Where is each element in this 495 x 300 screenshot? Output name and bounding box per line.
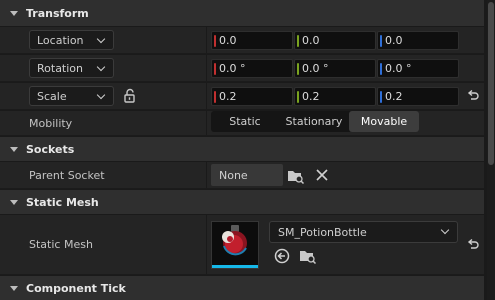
- location-mode-label: Location: [37, 33, 84, 47]
- location-z-field[interactable]: 0.0: [377, 31, 459, 50]
- rotation-y-value: 0.0 °: [302, 62, 329, 75]
- section-component-tick-header[interactable]: Component Tick: [0, 276, 484, 300]
- column-divider: [206, 215, 207, 274]
- location-y-value: 0.0: [302, 34, 320, 47]
- scale-x-field[interactable]: 0.2: [211, 87, 293, 106]
- scale-mode-label: Scale: [37, 89, 67, 103]
- scrollbar-thumb[interactable]: [488, 2, 494, 165]
- section-title: Component Tick: [26, 281, 126, 295]
- parent-socket-row: Parent Socket None: [0, 162, 484, 189]
- mobility-option-movable[interactable]: Movable: [349, 111, 419, 132]
- reset-arrow-icon[interactable]: [466, 238, 480, 252]
- column-divider: [206, 55, 207, 81]
- chevron-down-icon: [440, 225, 450, 235]
- rotation-mode-dropdown[interactable]: Rotation: [29, 58, 114, 78]
- z-axis-marker: [380, 91, 382, 103]
- static-mesh-asset-name: SM_PotionBottle: [278, 225, 367, 239]
- collapse-caret-icon[interactable]: [10, 10, 18, 16]
- vertical-scrollbar[interactable]: [487, 0, 495, 300]
- mobility-segmented-control[interactable]: Static Stationary Movable: [211, 111, 419, 132]
- x-axis-marker: [214, 35, 216, 47]
- y-axis-marker: [297, 35, 299, 47]
- potion-thumbnail: [222, 225, 247, 256]
- y-axis-marker: [297, 63, 299, 75]
- scale-row: Scale 0.2 0.2 0.2: [0, 83, 484, 110]
- rotation-row: Rotation 0.0 ° 0.0 ° 0.0 °: [0, 55, 484, 82]
- clear-x-icon[interactable]: [316, 169, 328, 181]
- section-transform-header[interactable]: Transform: [0, 0, 484, 26]
- parent-socket-field[interactable]: None: [211, 164, 283, 186]
- thumbnail-underline: [212, 265, 258, 268]
- static-mesh-asset-dropdown[interactable]: SM_PotionBottle: [269, 221, 458, 243]
- use-selected-arrow-icon[interactable]: [274, 248, 290, 264]
- location-mode-dropdown[interactable]: Location: [29, 30, 114, 50]
- parent-socket-value: None: [219, 168, 248, 182]
- mobility-row: Mobility Static Stationary Movable: [0, 111, 484, 136]
- scale-x-value: 0.2: [219, 90, 237, 103]
- rotation-z-field[interactable]: 0.0 °: [377, 59, 459, 78]
- reset-arrow-icon[interactable]: [466, 89, 480, 103]
- mobility-label: Mobility: [29, 116, 73, 130]
- location-x-field[interactable]: 0.0: [211, 31, 293, 50]
- x-axis-marker: [214, 91, 216, 103]
- collapse-caret-icon[interactable]: [10, 199, 18, 205]
- location-row: Location 0.0 0.0 0.0: [0, 27, 484, 54]
- column-divider: [206, 27, 207, 53]
- browse-folder-icon[interactable]: [287, 168, 305, 184]
- static-mesh-row: Static Mesh SM_PotionBottle: [0, 215, 484, 275]
- rotation-x-value: 0.0 °: [219, 62, 246, 75]
- scale-z-value: 0.2: [385, 90, 403, 103]
- rotation-y-field[interactable]: 0.0 °: [294, 59, 376, 78]
- collapse-caret-icon[interactable]: [10, 285, 18, 291]
- rotation-x-field[interactable]: 0.0 °: [211, 59, 293, 78]
- static-mesh-label: Static Mesh: [29, 238, 93, 251]
- details-panel: Transform Location 0.0 0.0 0.0 Rotation …: [0, 0, 484, 300]
- chevron-down-icon: [96, 90, 106, 100]
- section-title: Transform: [26, 6, 89, 20]
- column-divider: [206, 111, 207, 135]
- section-title: Static Mesh: [26, 195, 99, 209]
- lock-open-icon[interactable]: [122, 88, 138, 104]
- location-z-value: 0.0: [385, 34, 403, 47]
- location-y-field[interactable]: 0.0: [294, 31, 376, 50]
- column-divider: [206, 162, 207, 188]
- mesh-thumbnail[interactable]: [211, 221, 259, 269]
- x-axis-marker: [214, 63, 216, 75]
- browse-folder-icon[interactable]: [299, 248, 317, 264]
- section-sockets-header[interactable]: Sockets: [0, 137, 484, 161]
- section-title: Sockets: [26, 142, 75, 156]
- scale-z-field[interactable]: 0.2: [377, 87, 459, 106]
- mobility-option-static[interactable]: Static: [211, 111, 279, 132]
- z-axis-marker: [380, 35, 382, 47]
- chevron-down-icon: [96, 34, 106, 44]
- scale-y-value: 0.2: [302, 90, 320, 103]
- section-static-mesh-header[interactable]: Static Mesh: [0, 190, 484, 214]
- column-divider: [206, 83, 207, 109]
- mobility-option-stationary[interactable]: Stationary: [279, 111, 349, 132]
- location-x-value: 0.0: [219, 34, 237, 47]
- parent-socket-label: Parent Socket: [29, 168, 105, 182]
- rotation-z-value: 0.0 °: [385, 62, 412, 75]
- scale-y-field[interactable]: 0.2: [294, 87, 376, 106]
- collapse-caret-icon[interactable]: [10, 146, 18, 152]
- y-axis-marker: [297, 91, 299, 103]
- chevron-down-icon: [96, 62, 106, 72]
- z-axis-marker: [380, 63, 382, 75]
- scale-mode-dropdown[interactable]: Scale: [29, 86, 114, 106]
- rotation-mode-label: Rotation: [37, 61, 84, 75]
